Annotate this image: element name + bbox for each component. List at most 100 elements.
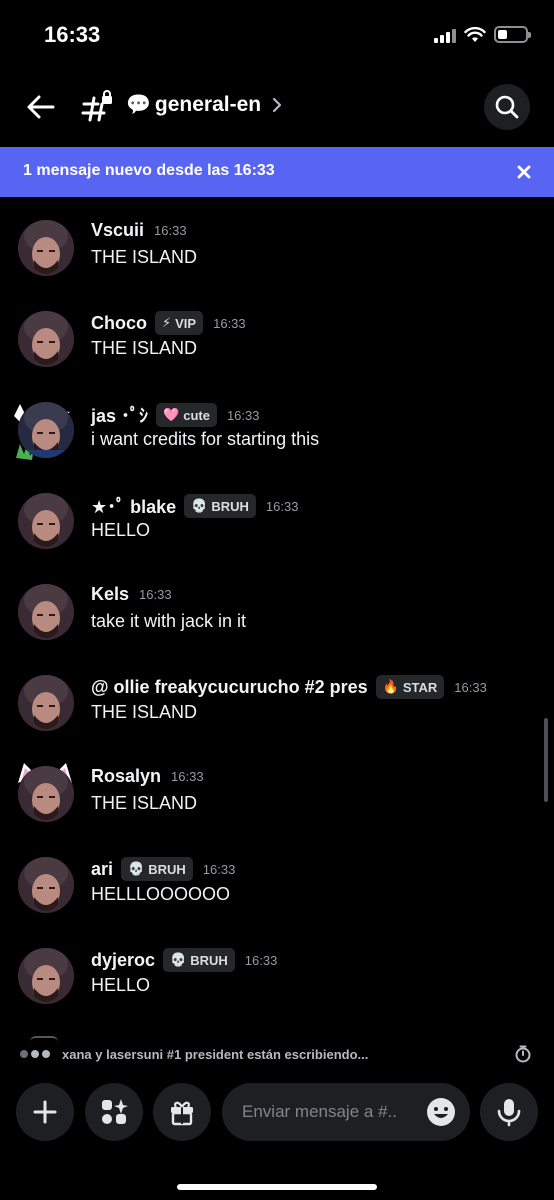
message-input-placeholder: Enviar mensaje a #..	[242, 1102, 397, 1121]
new-messages-banner[interactable]: 1 mensaje nuevo desde las 16:33	[0, 147, 554, 197]
message-text: HELLO	[91, 520, 151, 540]
message-text: take it with jack in it	[91, 611, 247, 631]
apps-icon	[102, 1099, 128, 1124]
emoji-icon[interactable]	[426, 1097, 456, 1127]
typing-indicator: xana y lasersuni #1 president están escr…	[0, 1042, 554, 1068]
avatar[interactable]	[18, 311, 74, 367]
username[interactable]: ari	[91, 859, 113, 880]
skull-icon: 💀	[170, 952, 187, 967]
username[interactable]: ★･ﾟ blake	[91, 493, 176, 519]
lightning-icon: ⚡	[162, 315, 172, 330]
chevron-right-icon	[273, 97, 282, 112]
channel-header: 💬 general-en	[0, 76, 554, 138]
search-icon	[495, 95, 519, 119]
avatar[interactable]	[18, 766, 74, 822]
message[interactable]: dyjeroc 💀 BRUH 16:33 HELLO	[0, 928, 554, 1008]
message-text: THE ISLAND	[91, 338, 198, 358]
message-text: THE ISLAND	[91, 793, 198, 813]
signal-icon	[434, 27, 456, 43]
channel-title[interactable]: 💬 general-en	[126, 92, 283, 117]
microphone-icon	[497, 1099, 521, 1127]
message[interactable]: @ ollie freakycucurucho #2 pres 🔥 STAR 16…	[0, 655, 554, 735]
message-header: Choco ⚡ VIP 16:33	[91, 311, 246, 335]
plus-icon	[33, 1100, 57, 1124]
timestamp: 16:33	[202, 861, 236, 877]
message-header: Vscuii 16:33	[91, 220, 187, 241]
typing-text: xana y lasersuni #1 president están escr…	[62, 1047, 369, 1062]
avatar[interactable]	[18, 402, 74, 458]
role-tag: 🩷 cute	[156, 403, 217, 427]
banner-close-button[interactable]	[512, 160, 536, 184]
status-time: 16:33	[44, 22, 101, 47]
message-text: THE ISLAND	[91, 247, 198, 267]
message[interactable]: jas ･ﾟｼ 🩷 cute 16:33 i want credits for s…	[0, 382, 554, 462]
skull-icon: 💀	[128, 861, 145, 876]
message[interactable]: ★･ﾟ blake 💀 BRUH 16:33 HELLO	[0, 473, 554, 783]
status-bar: 16:33	[0, 0, 554, 70]
battery-icon	[494, 26, 531, 43]
role-tag: 🔥 STAR	[375, 675, 445, 699]
avatar[interactable]	[18, 220, 74, 276]
message-text: THE ISLAND	[91, 702, 198, 722]
voice-message-button[interactable]	[480, 1083, 538, 1141]
timestamp: 16:33	[171, 769, 204, 784]
message-header: ari 💀 BRUH 16:33	[91, 857, 235, 881]
avatar[interactable]	[18, 675, 74, 731]
search-button[interactable]	[484, 84, 530, 130]
message[interactable]: Choco ⚡ VIP 16:33 THE ISLAND	[0, 291, 554, 460]
message[interactable]: Kels 16:33 take it with jack in it	[0, 564, 554, 644]
skull-icon: 💀	[191, 498, 208, 513]
message-list[interactable]: Vscuii 16:33 THE ISLAND Choco ⚡ VIP 16:33…	[0, 200, 554, 1040]
role-tag: ⚡ VIP	[155, 311, 204, 335]
username[interactable]: @ ollie freakycucurucho #2 pres	[91, 677, 368, 698]
message-header: @ ollie freakycucurucho #2 pres 🔥 STAR 16…	[91, 675, 487, 699]
back-arrow-icon[interactable]	[24, 90, 58, 124]
home-indicator[interactable]	[177, 1184, 377, 1190]
wifi-icon	[464, 26, 486, 42]
message-text: HELLLOOOOOO	[91, 884, 231, 904]
message[interactable]: Rosalyn 16:33 THE ISLAND	[0, 746, 554, 826]
username[interactable]: Rosalyn	[91, 766, 161, 787]
avatar[interactable]	[18, 948, 74, 1004]
message-header: ★･ﾟ blake 💀 BRUH 16:33	[91, 493, 298, 519]
star-icon: 🔥	[382, 679, 399, 694]
username[interactable]: Kels	[91, 584, 129, 605]
apps-button[interactable]	[85, 1083, 143, 1141]
timestamp: 16:33	[265, 498, 299, 514]
role-tag: 💀 BRUH	[163, 948, 235, 972]
message-input[interactable]: Enviar mensaje a #..	[222, 1083, 470, 1141]
close-icon	[517, 165, 531, 179]
message[interactable]: Vscuii 16:33 THE ISLAND	[0, 200, 554, 280]
message-header: Rosalyn 16:33	[91, 766, 204, 787]
timestamp: 16:33	[454, 679, 487, 695]
avatar[interactable]	[18, 857, 74, 913]
heart-icon: 🩷	[163, 407, 180, 422]
timestamp: 16:33	[154, 223, 187, 238]
channel-hashtag-lock-icon	[81, 90, 112, 122]
banner-text: 1 mensaje nuevo desde las 16:33	[23, 162, 275, 179]
add-attachment-button[interactable]	[16, 1083, 74, 1141]
gift-button[interactable]	[153, 1083, 211, 1141]
message-text: HELLO	[91, 975, 151, 995]
speech-bubble-icon: 💬	[126, 94, 151, 116]
scrollbar[interactable]	[544, 718, 548, 802]
timestamp: 16:33	[244, 952, 278, 968]
role-tag: 💀 BRUH	[184, 494, 256, 518]
role-tag: 💀 BRUH	[121, 857, 193, 881]
timestamp: 16:33	[226, 407, 260, 423]
timestamp: 16:33	[213, 315, 246, 331]
slowmode-timer-icon	[515, 1045, 531, 1063]
message-header: dyjeroc 💀 BRUH 16:33	[91, 948, 277, 972]
username[interactable]: Choco	[91, 313, 147, 334]
gift-icon	[171, 1101, 193, 1126]
timestamp: 16:33	[139, 587, 172, 602]
message[interactable]: ari 💀 BRUH 16:33 HELLLOOOOOO	[0, 837, 554, 917]
username[interactable]: dyjeroc	[91, 950, 155, 971]
username[interactable]: jas ･ﾟｼ	[91, 402, 148, 428]
avatar[interactable]	[18, 493, 74, 549]
avatar[interactable]	[18, 584, 74, 640]
channel-name: general-en	[154, 92, 262, 116]
message-header: Kels 16:33	[91, 584, 172, 605]
username[interactable]: Vscuii	[91, 220, 144, 241]
message-composer: Enviar mensaje a #..	[0, 1082, 554, 1146]
